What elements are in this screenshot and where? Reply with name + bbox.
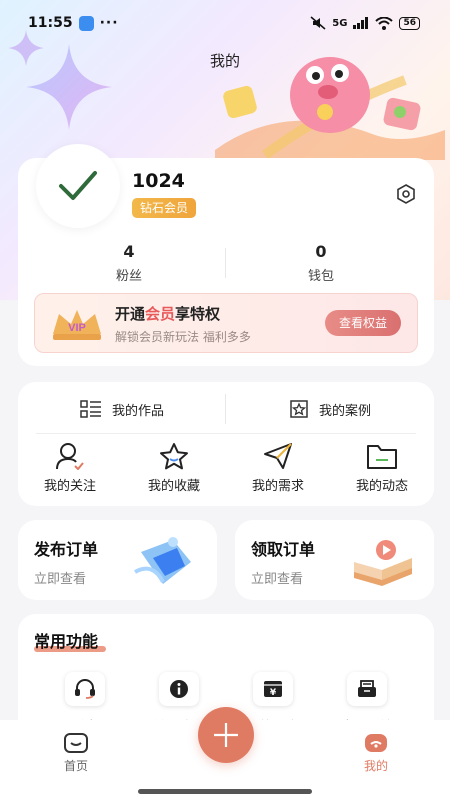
works-card: 我的作品 我的案例 我的关注 我的收藏 我的需求 我的动态 [18, 382, 434, 506]
create-button[interactable] [198, 707, 254, 763]
status-more: ··· [99, 15, 119, 31]
wallet-amount: 0 [315, 242, 327, 261]
wallet-label: 钱包 [307, 269, 334, 284]
vip-banner-title: 开通会员享特权 [115, 305, 221, 323]
profile-tab-icon [365, 734, 387, 752]
publish-order-illustration [134, 537, 191, 584]
inbox-icon [358, 680, 376, 697]
common-functions-title: 常用功能 [34, 632, 99, 651]
fans-count: 4 [123, 242, 135, 261]
works-separator [36, 433, 416, 434]
profile-card: 1024 钻石会员 4 粉丝 0 钱包 VIP 开通会员享特权 解锁会员新玩法 … [18, 144, 434, 366]
my-requests-button[interactable]: 我的需求 [226, 442, 330, 494]
yen-box-icon: ¥ [264, 681, 282, 698]
folder-icon [367, 445, 397, 469]
tab-home[interactable]: 首页 [46, 732, 106, 774]
claim-order-title: 领取订单 [251, 540, 316, 559]
my-favorites-button[interactable]: 我的收藏 [122, 442, 226, 494]
settings-icon[interactable] [396, 184, 416, 204]
plus-icon [214, 723, 238, 747]
svg-text:¥: ¥ [270, 688, 277, 698]
battery-icon: 56 [399, 16, 420, 30]
my-follows-button[interactable]: 我的关注 [18, 442, 122, 494]
shortcut-row: 我的关注 我的收藏 我的需求 我的动态 [18, 442, 434, 494]
tab-mine[interactable]: 我的 [346, 732, 406, 774]
stat-wallet[interactable]: 0 钱包 [226, 242, 416, 284]
page-title: 我的 [209, 52, 240, 70]
headset-icon [75, 679, 95, 699]
claim-order-subtitle: 立即查看 [251, 572, 304, 587]
wifi-icon [375, 16, 394, 30]
svg-text:VIP: VIP [68, 322, 86, 334]
star-badge-icon [290, 400, 308, 418]
vip-banner[interactable]: VIP 开通会员享特权 解锁会员新玩法 福利多多 查看权益 [34, 293, 418, 353]
star-icon [160, 443, 188, 470]
home-indicator [138, 789, 312, 794]
network-type: 5G [332, 17, 348, 29]
works-divider [225, 394, 226, 424]
my-works-button[interactable]: 我的作品 [18, 396, 226, 422]
user-name: 1024 [132, 170, 185, 192]
user-follow-icon [56, 443, 84, 470]
avatar[interactable] [36, 144, 120, 228]
mute-icon [310, 16, 326, 30]
info-icon [170, 680, 188, 698]
fans-label: 粉丝 [115, 269, 142, 284]
vip-crown-icon: VIP [53, 310, 101, 340]
publish-order-title: 发布订单 [34, 540, 99, 559]
signal-icon [353, 17, 369, 29]
my-activity-button[interactable]: 我的动态 [330, 442, 434, 494]
publish-order-subtitle: 立即查看 [34, 572, 87, 587]
list-icon [80, 400, 101, 418]
notification-app-icon [78, 15, 94, 31]
works-row: 我的作品 我的案例 [18, 396, 434, 422]
view-benefits-button[interactable]: 查看权益 [324, 310, 401, 336]
status-time: 11:55 [28, 15, 73, 31]
status-indicators: 5G 56 [310, 16, 420, 30]
vip-banner-subtitle: 解锁会员新玩法 福利多多 [115, 330, 251, 344]
checkmark-icon [59, 171, 97, 200]
claim-order-card[interactable]: 领取订单 立即查看 [235, 520, 434, 600]
member-badge: 钻石会员 [132, 198, 197, 218]
publish-order-card[interactable]: 发布订单 立即查看 [18, 520, 217, 600]
stat-fans[interactable]: 4 粉丝 [34, 242, 224, 284]
my-cases-button[interactable]: 我的案例 [226, 396, 434, 422]
paper-plane-icon [264, 443, 292, 469]
home-icon [64, 733, 88, 753]
claim-order-illustration [354, 540, 412, 586]
